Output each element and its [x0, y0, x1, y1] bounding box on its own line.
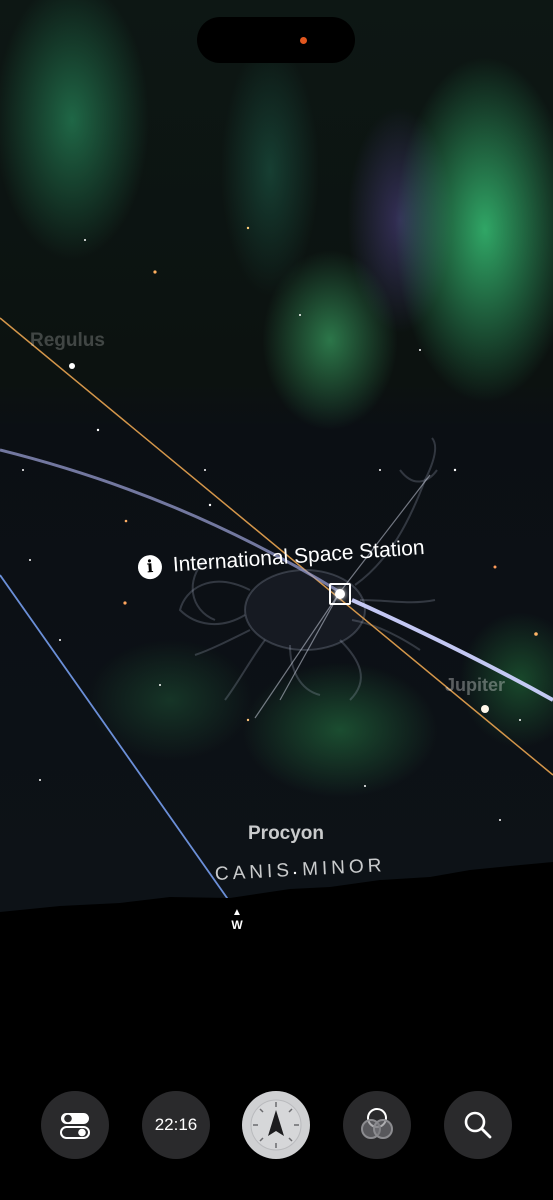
- overlapping-circles-icon: [361, 1108, 393, 1139]
- time-button[interactable]: 22:16: [142, 1091, 210, 1159]
- meridian-line: [0, 574, 233, 906]
- star-label-procyon[interactable]: Procyon: [248, 823, 324, 845]
- direction-label: W: [231, 918, 243, 932]
- search-button[interactable]: [444, 1091, 512, 1159]
- planet-label-jupiter[interactable]: Jupiter: [445, 675, 505, 696]
- time-label: 22:16: [154, 1115, 198, 1134]
- direction-marker: ▲ W: [228, 907, 246, 933]
- dynamic-island: [197, 17, 355, 63]
- layers-toggle-button[interactable]: [41, 1091, 109, 1159]
- iss-marker[interactable]: [335, 589, 345, 599]
- search-icon: [464, 1111, 492, 1139]
- info-icon[interactable]: i: [137, 554, 163, 580]
- compass-button[interactable]: [242, 1091, 310, 1159]
- layers-toggle-icon: [60, 1113, 90, 1139]
- overlays-button[interactable]: [343, 1091, 411, 1159]
- sky-overlay: [0, 226, 553, 1200]
- up-triangle-icon: ▲: [232, 907, 242, 918]
- star-label-regulus[interactable]: Regulus: [30, 330, 105, 352]
- recording-indicator-dot: [300, 37, 307, 44]
- compass-icon: [250, 1099, 302, 1151]
